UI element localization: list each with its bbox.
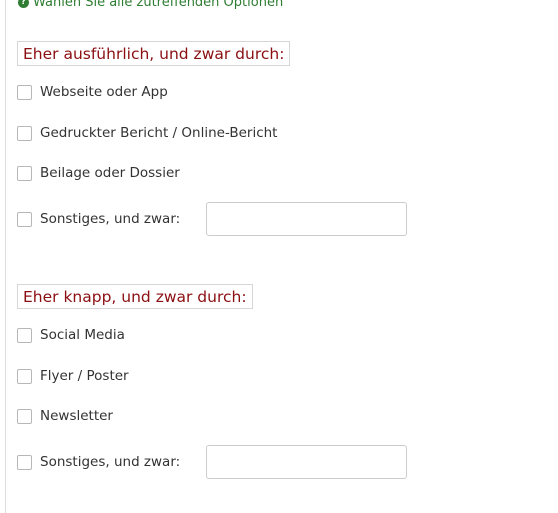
- section-title-detailed: Eher ausführlich, und zwar durch:: [17, 41, 291, 66]
- option-label: Sonstiges, und zwar:: [40, 454, 181, 470]
- checkbox[interactable]: [17, 327, 32, 343]
- option-label: Social Media: [40, 327, 125, 343]
- hint-text: Wählen Sie alle zutreffenden Optionen: [33, 0, 284, 10]
- option-label: Beilage oder Dossier: [40, 165, 180, 181]
- option-label: Webseite oder App: [40, 84, 168, 100]
- checkbox[interactable]: [17, 211, 32, 227]
- option-beilage-dossier[interactable]: Beilage oder Dossier: [17, 164, 180, 182]
- checkbox[interactable]: [17, 408, 32, 424]
- option-label: Flyer / Poster: [40, 368, 129, 384]
- option-sonstiges-detailed[interactable]: Sonstiges, und zwar:: [17, 210, 180, 228]
- question-panel: ? Wählen Sie alle zutreffenden Optionen …: [0, 0, 558, 513]
- checkbox[interactable]: [17, 84, 32, 100]
- sonstiges-detailed-input[interactable]: [206, 202, 407, 236]
- option-flyer-poster[interactable]: Flyer / Poster: [17, 367, 129, 385]
- sonstiges-brief-input[interactable]: [206, 445, 407, 479]
- checkbox[interactable]: [17, 165, 32, 181]
- panel-border: [5, 0, 6, 513]
- checkbox[interactable]: [17, 125, 32, 141]
- checkbox[interactable]: [17, 454, 32, 470]
- option-webseite-app[interactable]: Webseite oder App: [17, 83, 168, 101]
- option-label: Gedruckter Bericht / Online-Bericht: [40, 125, 278, 141]
- option-label: Sonstiges, und zwar:: [40, 211, 181, 227]
- hint: ? Wählen Sie alle zutreffenden Optionen: [18, 0, 283, 10]
- option-gedruckter-bericht[interactable]: Gedruckter Bericht / Online-Bericht: [17, 124, 277, 142]
- checkbox[interactable]: [17, 368, 32, 384]
- option-label: Newsletter: [40, 408, 113, 424]
- option-social-media[interactable]: Social Media: [17, 326, 125, 344]
- section-title-brief: Eher knapp, und zwar durch:: [17, 284, 253, 309]
- help-circle-icon: ?: [18, 0, 29, 8]
- option-sonstiges-brief[interactable]: Sonstiges, und zwar:: [17, 453, 180, 471]
- option-newsletter[interactable]: Newsletter: [17, 407, 113, 425]
